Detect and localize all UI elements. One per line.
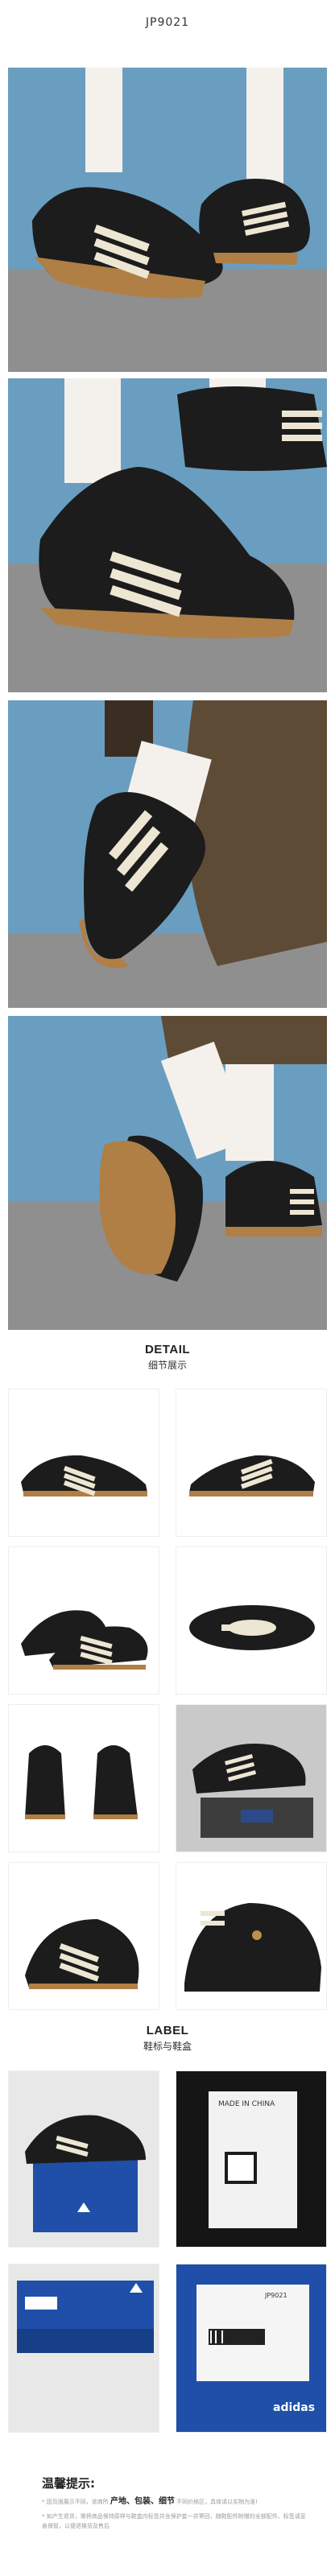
label-title-cn: 鞋标与鞋盒 bbox=[143, 2041, 192, 2052]
tips-packaging: 包装、 bbox=[134, 2497, 159, 2506]
detail-title-en: DETAIL bbox=[144, 1343, 191, 1356]
detail-tile-heel-logo[interactable] bbox=[176, 1862, 327, 2010]
tips-line-1: * 因页面展示不同，该商所 产地、包装、细节 不同价格区，具体请以实物为准! bbox=[42, 2497, 308, 2507]
detail-tile-toe[interactable] bbox=[8, 1862, 159, 2010]
detail-tile-top[interactable] bbox=[176, 1546, 327, 1695]
detail-tile-scale[interactable] bbox=[176, 1704, 327, 1852]
box-code-label: JP9021 bbox=[265, 2292, 287, 2299]
tips-origin: 产地、 bbox=[110, 2497, 134, 2506]
tips-line-2: * 如产生退货，需将商品保持原样与鞋盒内标签并含保护套一并寄回，随鞋配件附赠的全… bbox=[42, 2513, 306, 2529]
made-in-label: MADE IN CHINA bbox=[218, 2100, 275, 2108]
detail-tile-pair[interactable] bbox=[8, 1546, 159, 1695]
detail-tile-heels[interactable] bbox=[8, 1704, 159, 1852]
label-section-heading: LABEL 鞋标与鞋盒 bbox=[0, 2024, 335, 2053]
tips-line1-pre: * 因页面展示不同，该商所 bbox=[42, 2499, 110, 2505]
tips-line1-post: 不同价格区，具体请以实物为准! bbox=[174, 2499, 258, 2505]
lifestyle-photo-4 bbox=[8, 1016, 327, 1330]
box-brand-label: adidas bbox=[273, 2401, 316, 2414]
tips-details: 细节 bbox=[158, 2497, 175, 2506]
detail-tile-side-right[interactable] bbox=[176, 1389, 327, 1537]
lifestyle-photo-2 bbox=[8, 378, 327, 692]
detail-section-heading: DETAIL 细节展示 bbox=[0, 1343, 335, 1372]
label-tile-tongue-label[interactable]: MADE IN CHINA bbox=[176, 2070, 327, 2248]
label-grid: MADE IN CHINA JP9021 adidas bbox=[8, 2070, 327, 2449]
product-code: JP9021 bbox=[145, 16, 190, 29]
detail-grid bbox=[8, 1389, 327, 2013]
detail-tile-side-left[interactable] bbox=[8, 1389, 159, 1537]
lifestyle-photo-3 bbox=[8, 700, 327, 1008]
tips-title: 温馨提示: bbox=[42, 2476, 95, 2491]
label-tile-box-sticker[interactable]: JP9021 adidas bbox=[176, 2264, 327, 2433]
label-tile-box-side[interactable] bbox=[8, 2264, 159, 2433]
detail-title-cn: 细节展示 bbox=[147, 1360, 187, 1371]
product-detail-page: JP9021 DETAIL 细节展示 LABEL 鞋标与鞋盒 MADE IN C… bbox=[0, 0, 335, 2576]
label-title-en: LABEL bbox=[146, 2024, 189, 2037]
lifestyle-photo-1 bbox=[8, 68, 327, 372]
label-tile-shoe-on-box[interactable] bbox=[8, 2070, 159, 2248]
warm-tips: 温馨提示: * 因页面展示不同，该商所 产地、包装、细节 不同价格区，具体请以实… bbox=[0, 2455, 335, 2576]
